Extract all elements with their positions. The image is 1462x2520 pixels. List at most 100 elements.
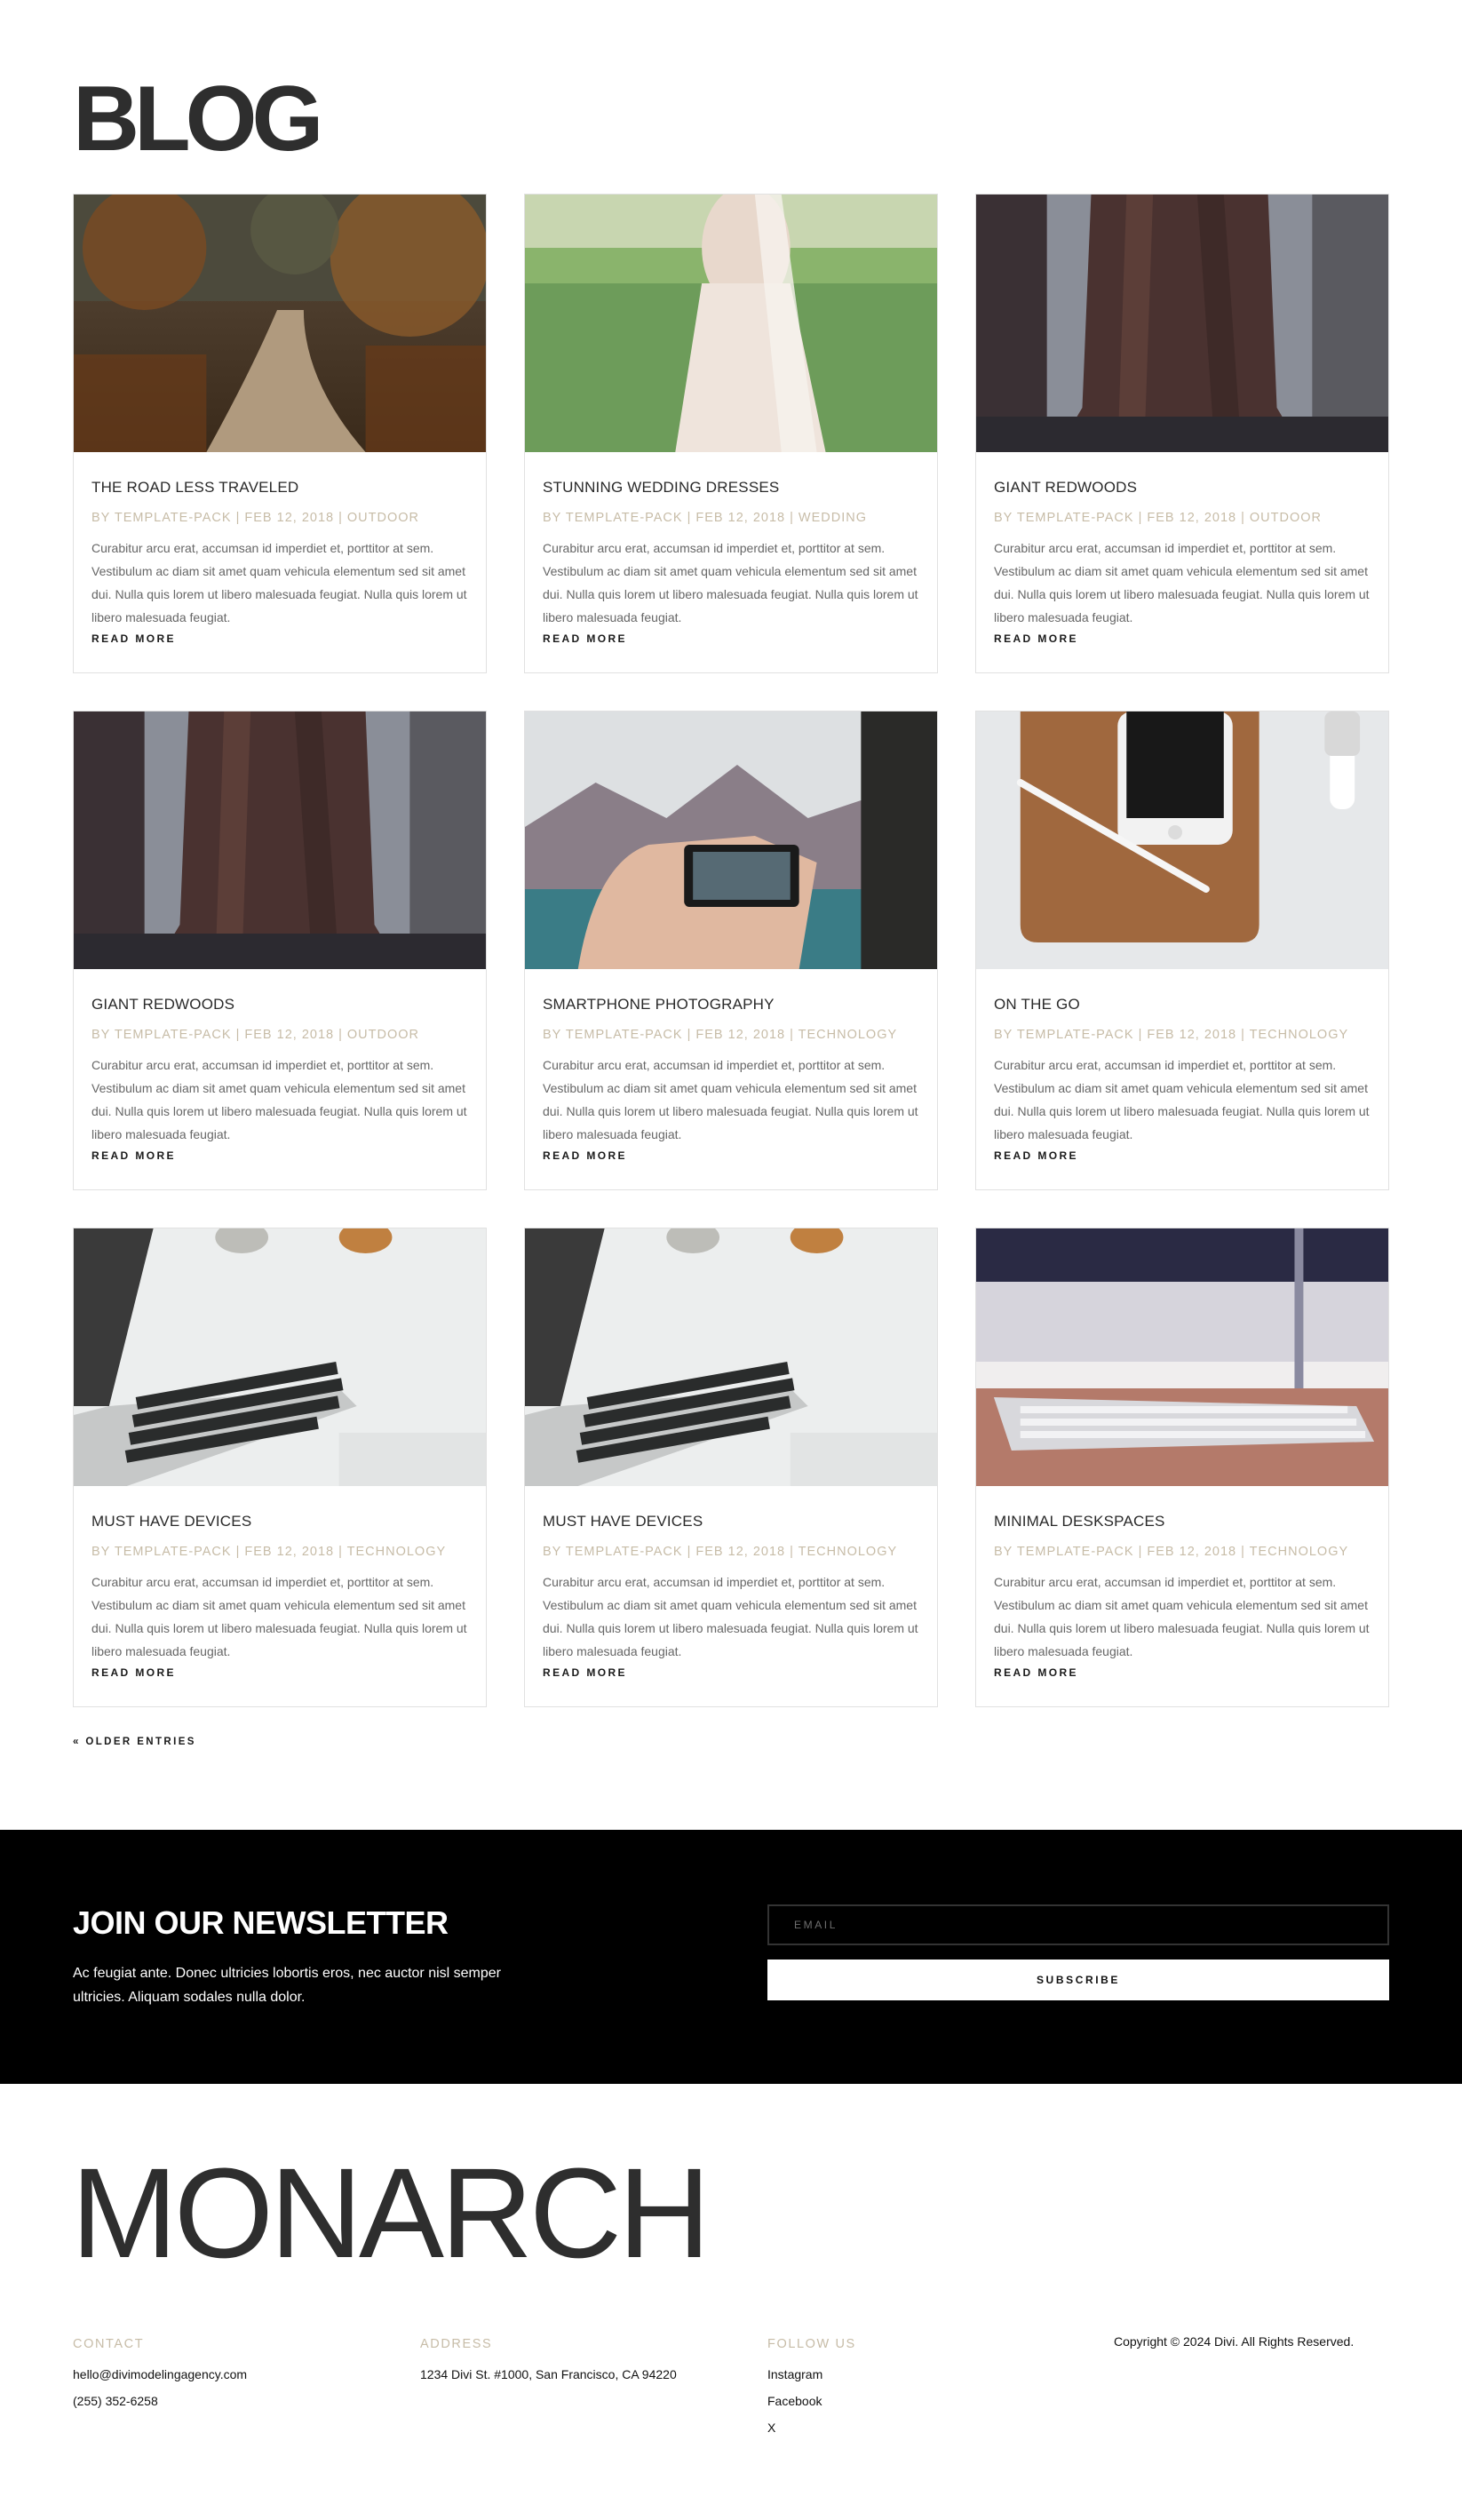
- post-image[interactable]: [74, 1228, 486, 1486]
- email-field[interactable]: [767, 1904, 1389, 1945]
- blog-card: THE ROAD LESS TRAVELED BY TEMPLATE-PACK …: [73, 194, 487, 673]
- post-date: FEB 12, 2018: [695, 511, 786, 525]
- post-date: FEB 12, 2018: [1147, 511, 1237, 525]
- post-excerpt: Curabitur arcu erat, accumsan id imperdi…: [994, 1058, 1370, 1141]
- facebook-link[interactable]: Facebook: [767, 2393, 856, 2409]
- post-title[interactable]: GIANT REDWOODS: [91, 996, 468, 1014]
- footer-contact-heading: CONTACT: [73, 2337, 145, 2351]
- post-meta: BY TEMPLATE-PACK | FEB 12, 2018 | OUTDOO…: [91, 1028, 420, 1042]
- newsletter-text: Ac feugiat ante. Donec ultricies loborti…: [73, 1966, 502, 2005]
- post-excerpt: Curabitur arcu erat, accumsan id imperdi…: [543, 541, 918, 624]
- contact-email-link[interactable]: hello@divimodelingagency.com: [73, 2366, 247, 2382]
- post-meta: BY TEMPLATE-PACK | FEB 12, 2018 | TECHNO…: [91, 1545, 447, 1559]
- read-more-link[interactable]: READ MORE: [543, 632, 627, 645]
- blog-card: MUST HAVE DEVICES BY TEMPLATE-PACK | FEB…: [524, 1228, 938, 1707]
- contact-phone: (255) 352-6258: [73, 2394, 158, 2408]
- post-category-link[interactable]: OUTDOOR: [347, 1028, 419, 1042]
- post-date: FEB 12, 2018: [244, 511, 335, 525]
- footer-address: ADDRESS 1234 Divi St. #1000, San Francis…: [420, 2336, 677, 2382]
- post-title[interactable]: MUST HAVE DEVICES: [91, 1513, 468, 1530]
- older-entries-link[interactable]: « OLDER ENTRIES: [73, 1737, 196, 1747]
- post-image[interactable]: [976, 1228, 1388, 1486]
- read-more-link[interactable]: READ MORE: [994, 1666, 1078, 1679]
- post-author-link[interactable]: TEMPLATE-PACK: [566, 511, 683, 525]
- read-more-link[interactable]: READ MORE: [91, 1149, 176, 1162]
- post-date: FEB 12, 2018: [695, 1545, 786, 1559]
- post-author-link[interactable]: TEMPLATE-PACK: [566, 1028, 683, 1042]
- subscribe-button[interactable]: SUBSCRIBE: [767, 1960, 1389, 2000]
- post-category-link[interactable]: TECHNOLOGY: [1250, 1545, 1349, 1559]
- read-more-link[interactable]: READ MORE: [994, 632, 1078, 645]
- read-more-link[interactable]: READ MORE: [994, 1149, 1078, 1162]
- post-author-link[interactable]: TEMPLATE-PACK: [1017, 1028, 1134, 1042]
- read-more-link[interactable]: READ MORE: [543, 1149, 627, 1162]
- blog-card: STUNNING WEDDING DRESSES BY TEMPLATE-PAC…: [524, 194, 938, 673]
- post-date: FEB 12, 2018: [1147, 1545, 1237, 1559]
- blog-card: MINIMAL DESKSPACES BY TEMPLATE-PACK | FE…: [975, 1228, 1389, 1707]
- post-image[interactable]: [525, 711, 937, 969]
- post-excerpt: Curabitur arcu erat, accumsan id imperdi…: [91, 1575, 467, 1658]
- post-author-link[interactable]: TEMPLATE-PACK: [115, 1545, 232, 1559]
- post-category-link[interactable]: TECHNOLOGY: [1250, 1028, 1349, 1042]
- post-title[interactable]: STUNNING WEDDING DRESSES: [543, 479, 919, 497]
- post-date: FEB 12, 2018: [244, 1545, 335, 1559]
- post-category-link[interactable]: TECHNOLOGY: [799, 1545, 898, 1559]
- post-meta: BY TEMPLATE-PACK | FEB 12, 2018 | TECHNO…: [994, 1545, 1349, 1559]
- post-category-link[interactable]: OUTDOOR: [347, 511, 419, 525]
- post-image[interactable]: [74, 711, 486, 969]
- post-meta: BY TEMPLATE-PACK | FEB 12, 2018 | WEDDIN…: [543, 511, 867, 525]
- blog-grid: THE ROAD LESS TRAVELED BY TEMPLATE-PACK …: [73, 194, 1389, 1707]
- post-body: MUST HAVE DEVICES BY TEMPLATE-PACK | FEB…: [525, 1486, 937, 1681]
- post-author-link[interactable]: TEMPLATE-PACK: [1017, 511, 1134, 525]
- read-more-link[interactable]: READ MORE: [543, 1666, 627, 1679]
- post-title[interactable]: THE ROAD LESS TRAVELED: [91, 479, 468, 497]
- post-excerpt: Curabitur arcu erat, accumsan id imperdi…: [543, 1058, 918, 1141]
- footer-contact: CONTACT hello@divimodelingagency.com (25…: [73, 2336, 247, 2409]
- post-excerpt: Curabitur arcu erat, accumsan id imperdi…: [91, 1058, 467, 1141]
- blog-card: MUST HAVE DEVICES BY TEMPLATE-PACK | FEB…: [73, 1228, 487, 1707]
- read-more-link[interactable]: READ MORE: [91, 632, 176, 645]
- post-date: FEB 12, 2018: [1147, 1028, 1237, 1042]
- x-link[interactable]: X: [767, 2420, 856, 2436]
- post-title[interactable]: MUST HAVE DEVICES: [543, 1513, 919, 1530]
- post-author-link[interactable]: TEMPLATE-PACK: [115, 511, 232, 525]
- post-author-link[interactable]: TEMPLATE-PACK: [566, 1545, 683, 1559]
- footer-follow: FOLLOW US Instagram Facebook X: [767, 2336, 856, 2436]
- post-category-link[interactable]: OUTDOOR: [1250, 511, 1322, 525]
- post-meta: BY TEMPLATE-PACK | FEB 12, 2018 | OUTDOO…: [91, 511, 420, 525]
- post-image[interactable]: [976, 195, 1388, 452]
- post-image[interactable]: [525, 1228, 937, 1486]
- post-title[interactable]: SMARTPHONE PHOTOGRAPHY: [543, 996, 919, 1014]
- post-title[interactable]: GIANT REDWOODS: [994, 479, 1371, 497]
- post-title[interactable]: MINIMAL DESKSPACES: [994, 1513, 1371, 1530]
- post-category-link[interactable]: TECHNOLOGY: [347, 1545, 447, 1559]
- post-title[interactable]: ON THE GO: [994, 996, 1371, 1014]
- instagram-link[interactable]: Instagram: [767, 2366, 856, 2382]
- post-excerpt: Curabitur arcu erat, accumsan id imperdi…: [543, 1575, 918, 1658]
- post-meta: BY TEMPLATE-PACK | FEB 12, 2018 | TECHNO…: [543, 1028, 898, 1042]
- post-date: FEB 12, 2018: [695, 1028, 786, 1042]
- post-category-link[interactable]: TECHNOLOGY: [799, 1028, 898, 1042]
- footer-address-heading: ADDRESS: [420, 2337, 493, 2351]
- read-more-link[interactable]: READ MORE: [91, 1666, 176, 1679]
- post-meta: BY TEMPLATE-PACK | FEB 12, 2018 | TECHNO…: [994, 1028, 1349, 1042]
- page-title: BLOG: [73, 68, 323, 171]
- newsletter-section: JOIN OUR NEWSLETTER Ac feugiat ante. Don…: [0, 1830, 1462, 2084]
- post-image[interactable]: [976, 711, 1388, 969]
- blog-card: GIANT REDWOODS BY TEMPLATE-PACK | FEB 12…: [975, 194, 1389, 673]
- post-meta: BY TEMPLATE-PACK | FEB 12, 2018 | TECHNO…: [543, 1545, 898, 1559]
- post-body: SMARTPHONE PHOTOGRAPHY BY TEMPLATE-PACK …: [525, 969, 937, 1164]
- post-author-link[interactable]: TEMPLATE-PACK: [115, 1028, 232, 1042]
- post-body: GIANT REDWOODS BY TEMPLATE-PACK | FEB 12…: [976, 452, 1388, 647]
- post-category-link[interactable]: WEDDING: [799, 511, 867, 525]
- footer-follow-heading: FOLLOW US: [767, 2337, 856, 2351]
- blog-card: ON THE GO BY TEMPLATE-PACK | FEB 12, 201…: [975, 711, 1389, 1190]
- post-body: MINIMAL DESKSPACES BY TEMPLATE-PACK | FE…: [976, 1486, 1388, 1681]
- post-image[interactable]: [525, 195, 937, 452]
- post-excerpt: Curabitur arcu erat, accumsan id imperdi…: [91, 541, 467, 624]
- post-image[interactable]: [74, 195, 486, 452]
- post-author-link[interactable]: TEMPLATE-PACK: [1017, 1545, 1134, 1559]
- footer-brand: MONARCH: [71, 2142, 711, 2285]
- post-body: GIANT REDWOODS BY TEMPLATE-PACK | FEB 12…: [74, 969, 486, 1164]
- copyright: Copyright © 2024 Divi. All Rights Reserv…: [1114, 2334, 1355, 2349]
